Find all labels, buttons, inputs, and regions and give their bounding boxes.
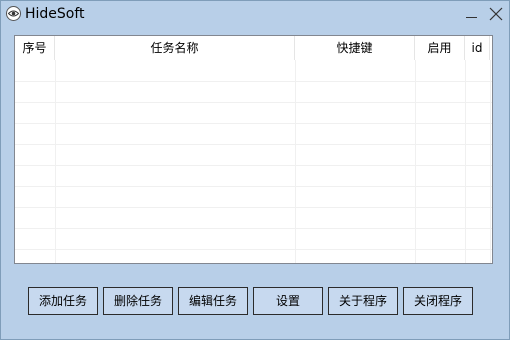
column-header-enabled[interactable]: 启用 (415, 36, 465, 60)
title-bar[interactable]: HideSoft (1, 1, 509, 27)
grid-divider (415, 60, 416, 263)
window-title: HideSoft (25, 6, 85, 22)
grid-row-line (15, 102, 492, 103)
delete-task-button[interactable]: 删除任务 (103, 287, 173, 315)
grid-row-line (15, 186, 492, 187)
close-program-button[interactable]: 关闭程序 (403, 287, 473, 315)
grid-divider (465, 60, 466, 263)
grid-row-line (15, 228, 492, 229)
column-header-index[interactable]: 序号 (15, 36, 55, 60)
add-task-button[interactable]: 添加任务 (28, 287, 98, 315)
column-header-hotkey[interactable]: 快捷键 (295, 36, 415, 60)
grid-row-line (15, 249, 492, 250)
edit-task-button[interactable]: 编辑任务 (178, 287, 248, 315)
grid-row-line (15, 144, 492, 145)
column-header-id[interactable]: id (465, 36, 490, 60)
grid-row-line (15, 81, 492, 82)
table-header: 序号 任务名称 快捷键 启用 id (15, 36, 492, 60)
about-button[interactable]: 关于程序 (328, 287, 398, 315)
grid-divider (55, 60, 56, 263)
task-table[interactable]: 序号 任务名称 快捷键 启用 id (14, 35, 493, 264)
column-header-task-name[interactable]: 任务名称 (55, 36, 295, 60)
grid-divider (295, 60, 296, 263)
grid-divider (490, 60, 491, 263)
eye-icon (6, 6, 21, 21)
grid-row-line (15, 165, 492, 166)
close-icon[interactable] (487, 5, 505, 23)
grid-row-line (15, 123, 492, 124)
settings-button[interactable]: 设置 (253, 287, 323, 315)
grid-row-line (15, 207, 492, 208)
main-window: HideSoft 序号 任务名称 快捷键 启用 id 添加任务 删除任务 编辑任… (0, 0, 510, 340)
minimize-button[interactable] (463, 5, 481, 23)
